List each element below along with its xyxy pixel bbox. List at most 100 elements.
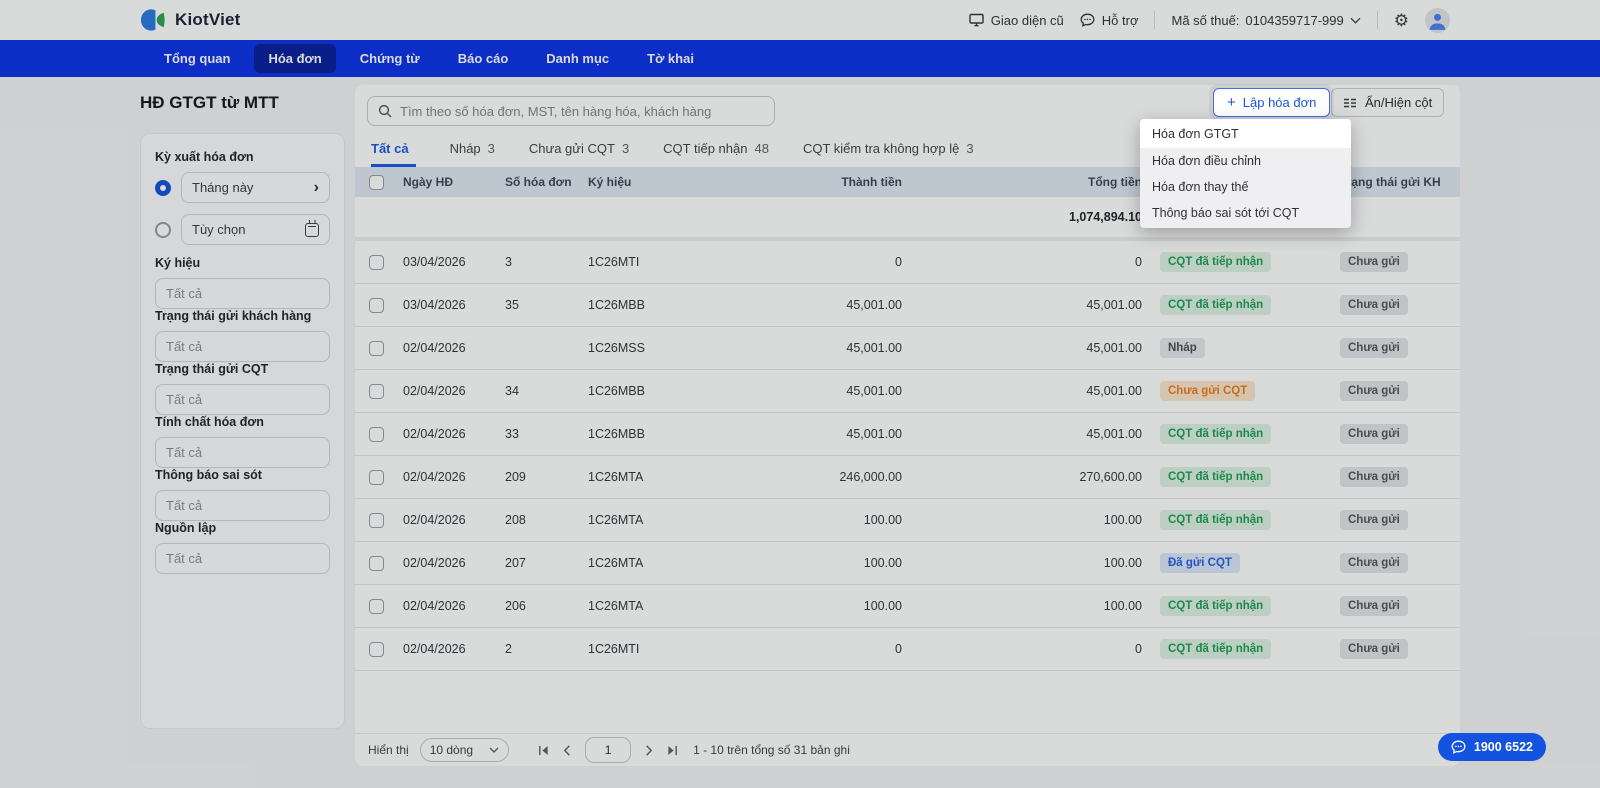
menu-item[interactable]: Thông báo sai sót tới CQT (1140, 200, 1351, 226)
filter-input[interactable] (155, 437, 330, 468)
col-header-symbol[interactable]: Ký hiệu (588, 175, 738, 189)
kh-status-badge: Chưa gửi (1340, 639, 1408, 659)
period-select[interactable]: Tháng này (181, 172, 330, 203)
col-header-date[interactable]: Ngày HĐ (403, 175, 505, 189)
cqt-status-badge: CQT đã tiếp nhận (1160, 596, 1272, 616)
invoice-date: 02/04/2026 (403, 513, 466, 527)
invoice-total: 0 (1135, 255, 1142, 269)
row-checkbox[interactable] (369, 426, 384, 442)
invoice-symbol: 1C26MBB (588, 298, 645, 312)
status-tab[interactable]: CQT kiểm tra không hợp lệ 3 (803, 141, 974, 167)
filter-label: Thông báo sai sót (155, 468, 262, 482)
kh-status-badge: Chưa gửi (1340, 510, 1408, 530)
status-tab[interactable]: Tất cả (371, 141, 416, 167)
status-tab[interactable]: Nháp 3 (450, 141, 495, 167)
invoice-number: 206 (505, 599, 526, 613)
page-size-value: 10 dòng (429, 743, 474, 757)
row-checkbox[interactable] (369, 512, 384, 528)
nav-item[interactable]: Danh mục (532, 44, 623, 73)
col-header-total[interactable]: Tổng tiền (908, 175, 1148, 189)
row-checkbox[interactable] (369, 641, 384, 657)
filter-input[interactable] (155, 490, 330, 521)
invoice-row[interactable]: 02/04/2026 208 1C26MTA 100.00 100.00 CQT… (355, 499, 1460, 542)
menu-item[interactable]: Hóa đơn điều chỉnh (1140, 148, 1351, 174)
avatar[interactable] (1425, 7, 1450, 33)
filter-input[interactable] (155, 331, 330, 362)
search-input[interactable] (400, 103, 764, 119)
select-all-checkbox[interactable] (369, 174, 384, 190)
filter-group: Trạng thái gửi khách hàng (155, 309, 330, 362)
cqt-status-badge: CQT đã tiếp nhận (1160, 424, 1272, 444)
row-checkbox[interactable] (369, 383, 384, 399)
row-checkbox[interactable] (369, 340, 384, 356)
next-page-button[interactable] (645, 744, 653, 756)
invoice-number: 3 (505, 255, 512, 269)
kiotviet-logo[interactable]: KiotViet (140, 8, 241, 33)
invoice-row[interactable]: 03/04/2026 35 1C26MBB 45,001.00 45,001.0… (355, 284, 1460, 327)
old-ui-link[interactable]: Giao diện cũ (969, 13, 1064, 28)
filter-label: Trạng thái gửi CQT (155, 362, 269, 376)
nav-item[interactable]: Báo cáo (444, 44, 523, 73)
invoice-number: 34 (505, 384, 519, 398)
tab-count: 48 (754, 141, 769, 156)
page-body: HĐ GTGT từ MTT Kỳ xuất hóa đơn Tháng này (0, 77, 1600, 788)
cqt-status-badge: CQT đã tiếp nhận (1160, 639, 1272, 659)
nav-item[interactable]: Hóa đơn (254, 44, 336, 73)
toggle-columns-button[interactable]: Ẩn/Hiện cột (1331, 88, 1445, 117)
filter-group: Trạng thái gửi CQT (155, 362, 330, 415)
invoice-row[interactable]: 02/04/2026 206 1C26MTA 100.00 100.00 CQT… (355, 585, 1460, 628)
nav-item[interactable]: Tờ khai (633, 44, 708, 73)
create-invoice-button[interactable]: + Lập hóa đơn (1213, 88, 1331, 117)
row-checkbox[interactable] (369, 598, 384, 614)
page-size-select[interactable]: 10 dòng (419, 738, 510, 762)
hotline-chat-button[interactable]: 1900 6522 (1437, 733, 1546, 761)
invoice-date: 03/04/2026 (403, 298, 466, 312)
filter-input[interactable] (155, 543, 330, 574)
nav-item[interactable]: Chứng từ (346, 44, 434, 73)
nav-item[interactable]: Tổng quan (150, 44, 244, 73)
menu-item[interactable]: Hóa đơn thay thế (1140, 174, 1351, 200)
invoice-row[interactable]: 02/04/2026 209 1C26MTA 246,000.00 270,60… (355, 456, 1460, 499)
kh-status-badge: Chưa gửi (1340, 467, 1408, 487)
filter-input[interactable] (155, 384, 330, 415)
menu-item-label: Hóa đơn thay thế (1152, 180, 1249, 194)
tax-code-selector[interactable]: Mã số thuế: 0104359717-999 (1171, 13, 1361, 28)
status-tab[interactable]: CQT tiếp nhận 48 (663, 141, 769, 167)
invoice-symbol: 1C26MTA (588, 513, 644, 527)
invoice-row[interactable]: 02/04/2026 2 1C26MTI 0 0 CQT đã tiếp nhậ… (355, 628, 1460, 671)
row-checkbox[interactable] (369, 297, 384, 313)
invoice-date: 02/04/2026 (403, 384, 466, 398)
gear-icon[interactable]: ⚙ (1394, 12, 1409, 29)
col-header-number[interactable]: Số hóa đơn (505, 175, 588, 189)
old-ui-label: Giao diện cũ (990, 12, 1064, 28)
invoice-row[interactable]: 02/04/2026 33 1C26MBB 45,001.00 45,001.0… (355, 413, 1460, 456)
row-checkbox[interactable] (369, 469, 384, 485)
filter-input[interactable] (155, 278, 330, 309)
grand-total-value: 1,074,894.10 (1069, 210, 1142, 224)
status-tab[interactable]: Chưa gửi CQT 3 (529, 141, 629, 167)
last-page-button[interactable] (667, 745, 678, 756)
tab-label: Nháp (449, 141, 481, 156)
topbar-divider (1154, 11, 1156, 29)
invoice-row[interactable]: 03/04/2026 3 1C26MTI 0 0 CQT đã tiếp nhậ… (355, 241, 1460, 284)
invoice-row[interactable]: 02/04/2026 207 1C26MTA 100.00 100.00 Đã … (355, 542, 1460, 585)
invoice-row[interactable]: 02/04/2026 1C26MSS 45,001.00 45,001.00 N… (355, 327, 1460, 370)
filter-sidebar: HĐ GTGT từ MTT Kỳ xuất hóa đơn Tháng này (140, 77, 345, 788)
support-link[interactable]: Hỗ trợ (1080, 12, 1139, 28)
support-label: Hỗ trợ (1101, 12, 1139, 28)
prev-page-button[interactable] (563, 744, 571, 756)
invoice-row[interactable]: 02/04/2026 34 1C26MBB 45,001.00 45,001.0… (355, 370, 1460, 413)
pagination-bar: Hiển thị 10 dòng 1 1 - 10 trên tổng số 3… (355, 733, 1460, 766)
row-checkbox[interactable] (369, 254, 384, 270)
period-radio[interactable] (155, 221, 171, 238)
col-header-amount[interactable]: Thành tiền (738, 175, 908, 189)
first-page-button[interactable] (538, 745, 549, 756)
menu-item[interactable]: Hóa đơn GTGT (1140, 119, 1351, 148)
kiotviet-logo-icon (140, 8, 167, 33)
invoice-symbol: 1C26MTA (588, 556, 644, 570)
period-select[interactable]: Tùy chọn (181, 214, 330, 245)
row-checkbox[interactable] (369, 555, 384, 571)
page-number-input[interactable] (585, 737, 632, 763)
period-radio[interactable] (155, 179, 171, 196)
kh-status-badge: Chưa gửi (1340, 295, 1408, 315)
